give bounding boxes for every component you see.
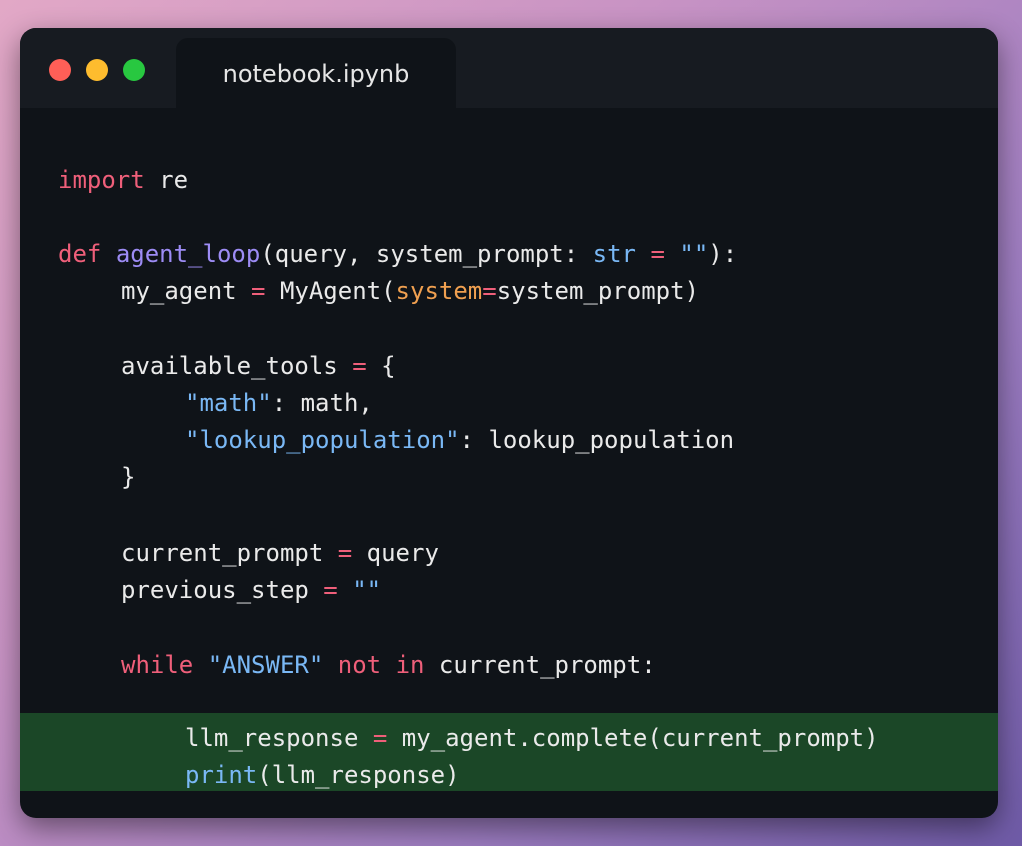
code-line-3: my_agent = MyAgent(system=system_prompt) bbox=[121, 277, 699, 305]
code-line-9: previous_step = "" bbox=[121, 576, 382, 604]
code-line-12: print(llm_response) bbox=[185, 761, 460, 789]
code-line-10: while "ANSWER" not in current_prompt: bbox=[121, 651, 656, 679]
tab-notebook[interactable]: notebook.ipynb bbox=[176, 38, 456, 108]
code-line-6: "lookup_population": lookup_population bbox=[185, 426, 735, 454]
code-line-5: "math": math, bbox=[185, 389, 373, 417]
tab-title: notebook.ipynb bbox=[222, 60, 410, 88]
code-editor[interactable]: import re def agent_loop(query, system_p… bbox=[20, 108, 998, 818]
window-controls bbox=[49, 59, 145, 81]
notebook-window: notebook.ipynb import re def agent_loop(… bbox=[20, 28, 998, 818]
code-line-4: available_tools = { bbox=[121, 352, 396, 380]
code-line-8: current_prompt = query bbox=[121, 539, 439, 567]
title-bar: notebook.ipynb bbox=[20, 28, 998, 108]
code-line-1: import re bbox=[58, 166, 189, 194]
code-line-2: def agent_loop(query, system_prompt: str… bbox=[58, 240, 738, 268]
code-line-11: llm_response = my_agent.complete(current… bbox=[185, 724, 879, 752]
close-button[interactable] bbox=[49, 59, 71, 81]
minimize-button[interactable] bbox=[86, 59, 108, 81]
maximize-button[interactable] bbox=[123, 59, 145, 81]
code-line-7: } bbox=[121, 463, 136, 491]
